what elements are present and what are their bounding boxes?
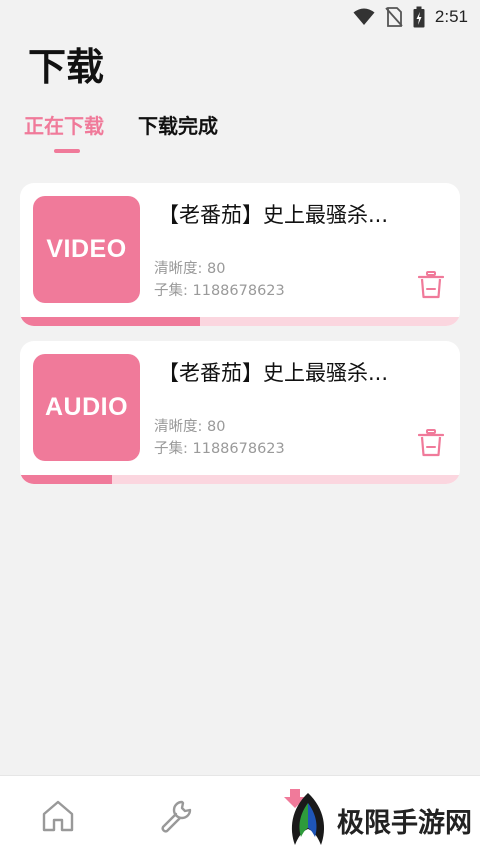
download-card-video[interactable]: VIDEO 【老番茄】史上最骚杀... 清晰度: 80 子集: 11886786… xyxy=(20,183,460,326)
download-progress-bar xyxy=(20,317,460,326)
bottom-nav: 极限手游网 xyxy=(0,775,480,853)
watermark-text: 极限手游网 xyxy=(337,807,472,839)
status-bar: 2:51 xyxy=(0,0,480,34)
no-sim-icon xyxy=(385,7,403,27)
tab-downloading-label: 正在下载 xyxy=(24,114,104,138)
download-progress-fill xyxy=(20,317,201,326)
download-title: 【老番茄】史上最骚杀... xyxy=(158,361,389,385)
audio-thumbnail: AUDIO xyxy=(33,354,140,461)
battery-charging-icon xyxy=(413,6,425,28)
wifi-icon xyxy=(353,8,375,25)
download-episode: 子集: 1188678623 xyxy=(154,283,285,299)
download-quality: 清晰度: 80 xyxy=(154,419,226,435)
trash-icon[interactable] xyxy=(418,429,444,457)
download-card-audio[interactable]: AUDIO 【老番茄】史上最骚杀... 清晰度: 80 子集: 11886786… xyxy=(20,341,460,484)
status-time: 2:51 xyxy=(434,7,468,26)
trash-icon[interactable] xyxy=(418,271,444,299)
watermark-logo-icon xyxy=(291,793,325,845)
wrench-icon[interactable] xyxy=(158,798,194,834)
tab-active-indicator xyxy=(54,149,80,153)
home-icon[interactable] xyxy=(40,798,76,834)
watermark: 极限手游网 xyxy=(285,791,472,849)
tab-downloading[interactable]: 正在下载 xyxy=(24,110,104,153)
download-progress-bar xyxy=(20,475,460,484)
download-progress-fill xyxy=(20,475,113,484)
page-title: 下载 xyxy=(28,45,105,89)
tab-completed-label: 下载完成 xyxy=(138,114,218,138)
download-tabs: 正在下载 下载完成 xyxy=(24,110,218,153)
download-quality: 清晰度: 80 xyxy=(154,261,226,277)
download-title: 【老番茄】史上最骚杀... xyxy=(158,203,389,227)
video-thumbnail: VIDEO xyxy=(33,196,140,303)
download-episode: 子集: 1188678623 xyxy=(154,441,285,457)
status-icons: 2:51 xyxy=(353,6,468,28)
tab-completed[interactable]: 下载完成 xyxy=(138,110,218,139)
